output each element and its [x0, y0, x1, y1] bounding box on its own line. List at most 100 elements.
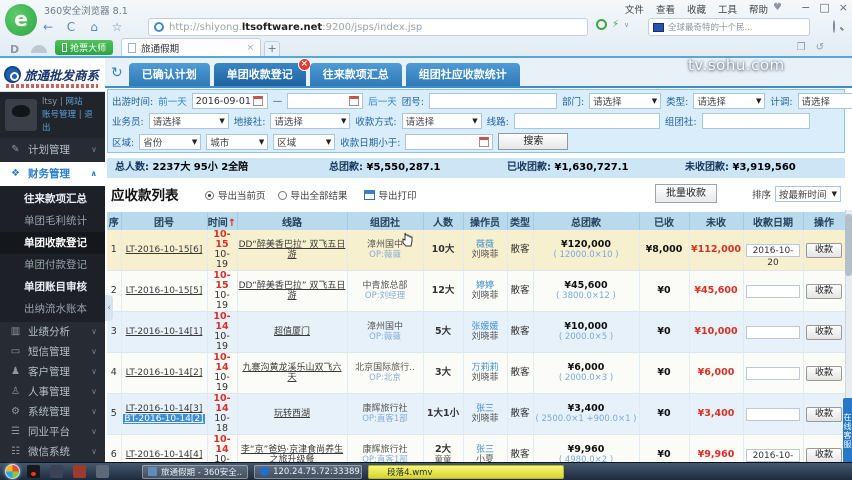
dropdown-caret-icon[interactable]: ∨ — [624, 21, 629, 29]
table-row[interactable]: 4 LT-2016-10-14[2] 10-14 10-19 九寨沟黄龙溪乐山双… — [107, 352, 846, 394]
team-no-input[interactable] — [428, 93, 557, 109]
start-button[interactable] — [5, 464, 20, 479]
pay-method-select[interactable]: 请选择 ▼ — [401, 113, 482, 129]
refresh-tabs-icon[interactable]: ↻ — [111, 65, 123, 81]
calendar-icon[interactable] — [349, 96, 360, 106]
quicklaunch-icon[interactable] — [96, 465, 109, 478]
receive-button[interactable]: 收款 — [806, 406, 842, 422]
receive-date-field[interactable] — [746, 284, 800, 298]
site-link[interactable]: 网站 — [65, 97, 82, 107]
app-tab[interactable]: 组团社应收款统计 — [405, 63, 520, 86]
pay-date-field[interactable] — [405, 133, 494, 150]
sidebar-subitem[interactable]: 往来款项汇总 — [0, 188, 105, 210]
province-select[interactable]: 省份 ▼ — [139, 133, 202, 150]
prev-day-link[interactable]: 前一天 — [158, 94, 187, 108]
export-print-link[interactable]: 导出打印 — [379, 188, 417, 202]
table-row[interactable]: 2 LT-2016-10-15[5] 10-15 10-19 DD“醉美香巴拉”… — [107, 270, 846, 312]
type-select[interactable]: 请选择 ▼ — [693, 93, 766, 109]
sidebar-subitem[interactable]: 单团账目审核 — [0, 276, 105, 298]
cloud-sync-icon[interactable] — [31, 45, 48, 53]
date-from-field[interactable]: 2016-09-01 — [191, 93, 268, 109]
team-number-link[interactable]: LT-2016-10-14[1] — [123, 327, 206, 337]
operator-link[interactable]: 薇薇 — [465, 240, 506, 250]
close-button[interactable]: × — [839, 1, 848, 14]
address-bar[interactable]: http://shiyong.ltsoftware.net:9200/jsps/… — [148, 18, 588, 36]
receive-button[interactable]: 收款 — [806, 242, 842, 258]
sidebar-item-finance[interactable]: ❖ 财务管理 ∧ — [0, 162, 105, 186]
app-tab[interactable]: 已确认计划 — [128, 63, 210, 86]
receive-date-field[interactable]: 2016-10-20 — [746, 243, 800, 268]
sidebar-subitem[interactable]: 单团毛利统计 — [0, 210, 105, 232]
receive-date-field[interactable] — [746, 407, 800, 421]
land-agency-select[interactable]: 请选择 ▼ — [270, 113, 351, 129]
operator-link[interactable]: 张三 — [465, 404, 506, 414]
browser-search-box[interactable]: 全球最奇特的十个民... — [648, 18, 810, 36]
sidebar-item[interactable]: ▥ 业绩分析 ∨ — [0, 322, 105, 342]
dept-select[interactable]: 请选择 ▼ — [589, 93, 662, 109]
team-number-link-secondary[interactable]: BT-2016-10-14[2] — [123, 414, 205, 424]
speed-icon[interactable] — [596, 19, 607, 30]
receive-date-field[interactable] — [746, 325, 800, 339]
table-row[interactable]: 5 LT-2016-10-14[3] BT-2016-10-14[2] 10-1… — [107, 393, 846, 435]
menu-item[interactable]: 收藏 — [687, 2, 706, 16]
favorites-heart-icon[interactable]: ♥ — [773, 2, 782, 13]
team-number-link[interactable]: LT-2016-10-14[3] — [123, 404, 206, 414]
date-to-field[interactable] — [287, 93, 364, 109]
quicklaunch-icon[interactable] — [27, 465, 40, 478]
operator-link[interactable]: 万莉莉 — [465, 363, 506, 373]
sidebar-subitem[interactable]: 单团收款登记 — [0, 232, 105, 254]
minimize-button[interactable]: − — [801, 1, 810, 14]
salesperson-select[interactable]: 请选择 ▼ — [148, 113, 229, 129]
star-icon[interactable]: ☆ — [109, 20, 125, 34]
sidebar-collapse-handle[interactable]: ‹ — [105, 295, 113, 321]
browser-d-icon[interactable]: D — [10, 43, 19, 56]
route-link[interactable]: DD“醉美香巴拉” 双飞五日游 — [239, 240, 346, 260]
menu-item[interactable]: 工具 — [718, 2, 737, 16]
tab-close-icon[interactable]: × — [247, 43, 255, 53]
taskbar-task[interactable]: 120.24.75.72:33389... — [254, 464, 363, 479]
menu-item[interactable]: 查看 — [656, 2, 675, 16]
home-button[interactable]: ⌂ — [86, 20, 102, 34]
batch-receive-button[interactable]: 批量收款 — [655, 184, 717, 203]
receive-button[interactable]: 收款 — [806, 324, 842, 340]
quicklaunch-icon[interactable] — [50, 465, 63, 478]
route-link[interactable]: 李“京”爸妈·京津食尚养生之旅升级餐 — [241, 445, 343, 462]
team-number-link[interactable]: LT-2016-10-14[2] — [123, 368, 206, 378]
sidebar-item[interactable]: ☰ 同业平台 ∨ — [0, 422, 105, 442]
sort-select[interactable]: 按最新时间 ▼ — [775, 186, 841, 202]
reopen-closed-icon[interactable]: ↺ — [816, 42, 824, 53]
sidebar-item[interactable]: ♙ 人事管理 ∨ — [0, 382, 105, 402]
account-link[interactable]: 账号管理 — [42, 110, 76, 120]
menu-item[interactable]: 帮助 — [749, 2, 768, 16]
sort-column-time[interactable]: 时间↑ — [207, 212, 238, 230]
receive-date-field[interactable]: 2016-10-07 — [746, 448, 800, 462]
receive-date-field[interactable] — [746, 366, 800, 380]
calendar-icon[interactable] — [479, 136, 490, 147]
search-magnifier-icon[interactable] — [833, 20, 835, 33]
operator-link[interactable]: 张三 — [465, 445, 506, 455]
taskbar-task[interactable]: 段落4.wmv — [368, 464, 565, 479]
app-tab[interactable]: 单团收款登记 × — [213, 58, 311, 86]
team-number-link[interactable]: LT-2016-10-14[4] — [123, 450, 206, 460]
sidebar-item[interactable]: ▭ 短信管理 ∨ — [0, 342, 105, 362]
app-tab[interactable]: 往来款项汇总 — [309, 63, 402, 86]
refresh-button[interactable]: C — [63, 20, 79, 34]
sidebar-subitem[interactable]: 出纳流水账本 — [0, 298, 105, 320]
district-select[interactable]: 区域 ▼ — [273, 133, 336, 150]
route-input[interactable] — [513, 113, 660, 129]
sidebar-item[interactable]: ⚙ 系统管理 ∨ — [0, 402, 105, 422]
team-number-link[interactable]: LT-2016-10-15[6] — [123, 245, 206, 255]
maximize-button[interactable]: □ — [819, 1, 829, 14]
menu-item[interactable]: 文件 — [625, 2, 644, 16]
route-link[interactable]: DD“醉美香巴拉” 双飞五日游 — [239, 281, 346, 301]
sidebar-item[interactable]: ♟ 客户管理 ∨ — [0, 362, 105, 382]
city-select[interactable]: 城市 ▼ — [206, 133, 269, 150]
ticket-grabber-button[interactable]: 抢票大师 — [55, 40, 114, 55]
table-row[interactable]: 3 LT-2016-10-14[1] 10-14 10-19 超值厦门 漳州国中… — [107, 311, 846, 353]
receive-button[interactable]: 收款 — [806, 365, 842, 381]
back-button[interactable]: ← — [40, 20, 56, 34]
sidebar-item[interactable]: ☷ 微信系统 ∨ — [0, 442, 105, 462]
table-row[interactable]: 6 LT-2016-10-14[4] 10-14 10-19 李“京”爸妈·京津… — [107, 434, 846, 462]
online-service-tab[interactable]: 在线客服 — [843, 398, 852, 464]
planner-select[interactable]: 请选择▼ — [797, 93, 852, 109]
